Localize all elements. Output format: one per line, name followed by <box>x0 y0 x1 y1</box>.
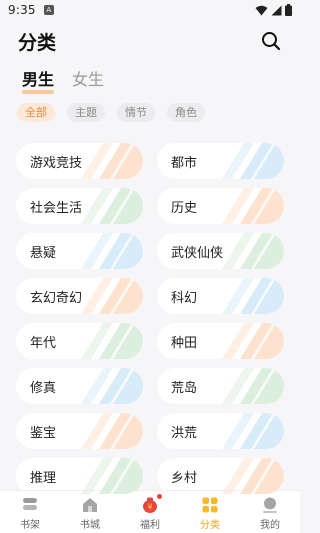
tab-bookstore[interactable]: 书城 <box>60 491 120 533</box>
filter-plot[interactable]: 情节 <box>117 103 155 122</box>
tab-label: 书城 <box>80 520 100 531</box>
filter-chips: 全部 主题 情节 角色 <box>17 103 205 122</box>
category-label: 荒岛 <box>171 380 198 396</box>
bookstore-icon <box>81 496 99 514</box>
tab-label: 分类 <box>200 520 220 531</box>
status-time: 9:35 <box>8 3 36 17</box>
bottom-tabbar: 书架 书城 ¥ 福利 分类 我的 <box>0 490 300 533</box>
category-item[interactable]: 游戏竞技 <box>16 143 143 179</box>
category-decoration <box>222 278 284 314</box>
profile-icon <box>261 496 279 514</box>
welfare-icon: ¥ <box>141 494 162 514</box>
category-item[interactable]: 都市 <box>157 143 284 179</box>
category-grid: 游戏竞技 都市社会生活 历史悬疑 武侠仙侠玄幻奇幻 科幻年代 种田修真 荒岛鉴宝 洪荒推理 乡村 <box>16 143 284 494</box>
category-item[interactable]: 荒岛 <box>157 368 284 404</box>
notification-dot <box>157 494 162 499</box>
search-button[interactable] <box>260 30 282 52</box>
category-decoration <box>81 233 143 269</box>
tab-welfare[interactable]: ¥ 福利 <box>120 491 180 533</box>
category-item[interactable]: 洪荒 <box>157 413 284 449</box>
category-decoration <box>222 188 284 224</box>
category-decoration <box>81 458 143 494</box>
search-icon <box>262 32 281 51</box>
category-decoration <box>222 368 284 404</box>
category-label: 武侠仙侠 <box>171 245 224 261</box>
notification-icon: A <box>43 5 54 15</box>
category-icon <box>201 496 219 514</box>
category-decoration <box>81 143 143 179</box>
category-label: 游戏竞技 <box>30 155 83 171</box>
category-decoration <box>222 233 284 269</box>
battery-icon <box>285 4 292 16</box>
category-decoration <box>222 323 284 359</box>
tab-category[interactable]: 分类 <box>180 491 240 533</box>
category-label: 年代 <box>30 335 57 351</box>
status-bar: 9:35 A <box>0 0 300 20</box>
page-title: 分类 <box>18 31 57 54</box>
category-item[interactable]: 社会生活 <box>16 188 143 224</box>
category-label: 洪荒 <box>171 425 198 441</box>
category-decoration <box>81 368 143 404</box>
wifi-icon <box>255 5 268 15</box>
tab-label: 福利 <box>140 520 160 531</box>
category-decoration <box>222 413 284 449</box>
category-label: 推理 <box>30 470 57 486</box>
category-item[interactable]: 历史 <box>157 188 284 224</box>
category-item[interactable]: 鉴宝 <box>16 413 143 449</box>
svg-text:¥: ¥ <box>147 503 152 512</box>
category-decoration <box>81 323 143 359</box>
tab-bookshelf[interactable]: 书架 <box>0 491 60 533</box>
category-label: 修真 <box>30 380 57 396</box>
category-item[interactable]: 武侠仙侠 <box>157 233 284 269</box>
category-item[interactable]: 年代 <box>16 323 143 359</box>
status-right <box>255 4 292 16</box>
category-label: 玄幻奇幻 <box>30 290 83 306</box>
category-decoration <box>81 188 143 224</box>
category-label: 鉴宝 <box>30 425 57 441</box>
tab-label: 我的 <box>260 520 280 531</box>
category-item[interactable]: 玄幻奇幻 <box>16 278 143 314</box>
category-decoration <box>222 458 284 494</box>
category-item[interactable]: 种田 <box>157 323 284 359</box>
category-label: 乡村 <box>171 470 198 486</box>
tab-label: 书架 <box>20 520 40 531</box>
category-label: 社会生活 <box>30 200 83 216</box>
category-label: 都市 <box>171 155 198 171</box>
tab-female[interactable]: 女生 <box>72 66 104 94</box>
tab-male[interactable]: 男生 <box>22 66 55 94</box>
gender-tabs: 男生 女生 <box>22 66 104 94</box>
category-decoration <box>81 413 143 449</box>
filter-all[interactable]: 全部 <box>17 103 55 122</box>
header: 分类 <box>0 24 300 58</box>
category-decoration <box>81 278 143 314</box>
filter-role[interactable]: 角色 <box>167 103 205 122</box>
category-label: 悬疑 <box>30 245 57 261</box>
category-decoration <box>222 143 284 179</box>
tab-profile[interactable]: 我的 <box>240 491 300 533</box>
filter-theme[interactable]: 主题 <box>67 103 105 122</box>
category-item[interactable]: 乡村 <box>157 458 284 494</box>
category-label: 科幻 <box>171 290 198 306</box>
category-item[interactable]: 推理 <box>16 458 143 494</box>
category-label: 历史 <box>171 200 198 216</box>
category-item[interactable]: 修真 <box>16 368 143 404</box>
bookshelf-icon <box>21 496 39 514</box>
signal-icon <box>271 5 282 15</box>
category-item[interactable]: 科幻 <box>157 278 284 314</box>
category-label: 种田 <box>171 335 198 351</box>
category-item[interactable]: 悬疑 <box>16 233 143 269</box>
